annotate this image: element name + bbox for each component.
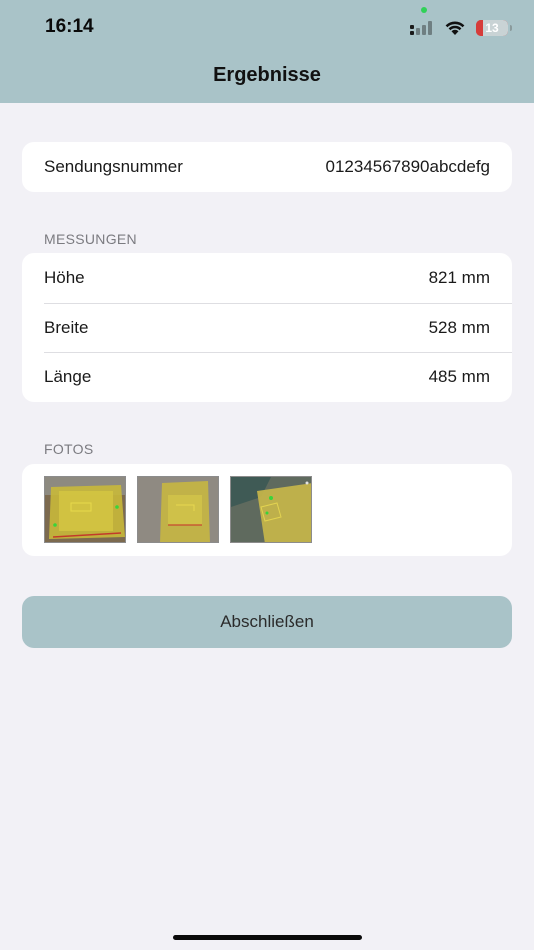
- measurement-value: 821 mm: [428, 267, 490, 287]
- camera-in-use-indicator: [421, 7, 427, 13]
- measurements-card: Höhe 821 mm Breite 528 mm Länge 485 mm: [22, 253, 512, 402]
- shipment-number-row: Sendungsnummer 01234567890abcdefg: [22, 142, 512, 192]
- page-title: Ergebnisse: [213, 64, 321, 86]
- status-time: 16:14: [45, 16, 94, 37]
- battery-level: 13: [485, 21, 499, 35]
- measurement-label: Höhe: [44, 267, 85, 287]
- measurement-row-height: Höhe 821 mm: [22, 253, 512, 303]
- measurements-section-label: MESSUNGEN: [44, 231, 137, 247]
- measurement-label: Breite: [44, 317, 89, 337]
- photos-card: [22, 464, 512, 556]
- measurement-value: 528 mm: [428, 317, 490, 337]
- measurement-row-length: Länge 485 mm: [44, 352, 512, 402]
- wifi-icon: [445, 21, 465, 35]
- status-icons: 13: [410, 16, 512, 40]
- cellular-signal-icon: [410, 21, 432, 35]
- app-header: 16:14 13 Ergebnisse: [0, 0, 534, 103]
- photo-gallery: [22, 464, 512, 556]
- photo-thumbnail[interactable]: [230, 476, 312, 543]
- finish-button[interactable]: Abschließen: [22, 596, 512, 648]
- measurement-label: Länge: [44, 367, 92, 387]
- shipment-number-label: Sendungsnummer: [44, 156, 183, 176]
- photos-section-label: FOTOS: [44, 441, 94, 457]
- photo-thumbnail[interactable]: [137, 476, 219, 543]
- photo-thumbnail[interactable]: [44, 476, 126, 543]
- battery-icon: 13: [476, 20, 512, 36]
- home-indicator[interactable]: [173, 935, 362, 940]
- shipment-card: Sendungsnummer 01234567890abcdefg: [22, 142, 512, 192]
- measurement-value: 485 mm: [428, 367, 490, 387]
- measurement-row-width: Breite 528 mm: [44, 302, 512, 353]
- shipment-number-value: 01234567890abcdefg: [325, 156, 491, 176]
